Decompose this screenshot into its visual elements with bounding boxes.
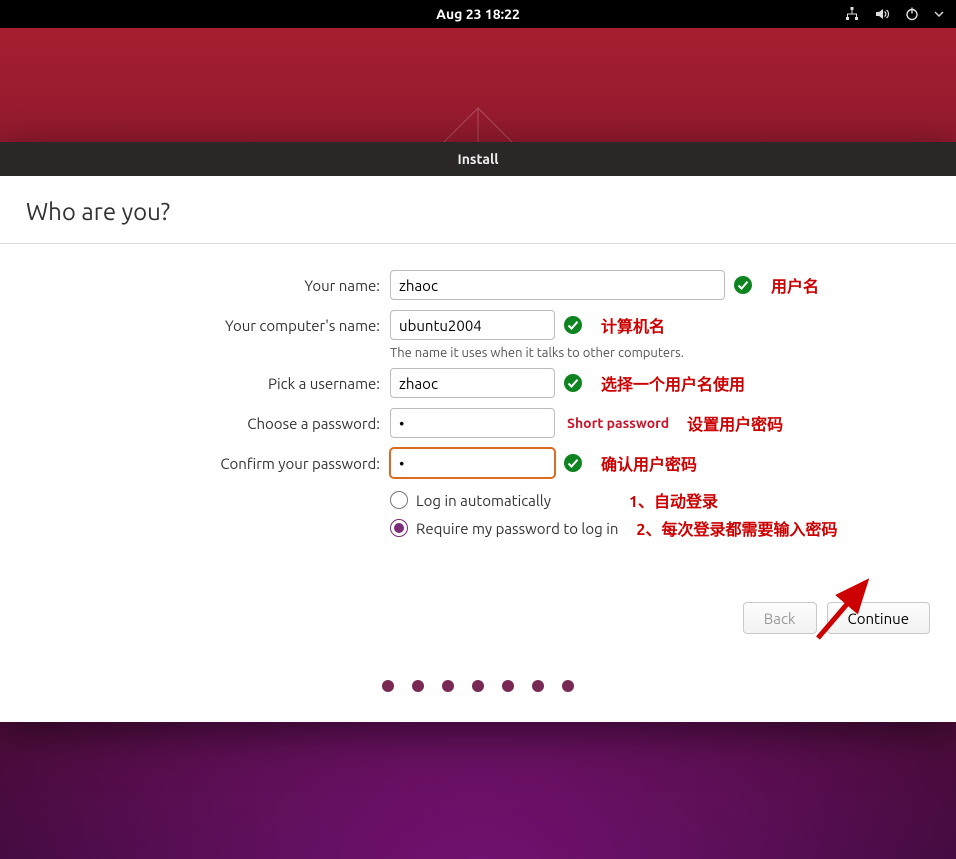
dot xyxy=(412,680,424,692)
clock[interactable]: Aug 23 18:22 xyxy=(436,6,520,22)
annotation-name: 用户名 xyxy=(771,273,819,297)
installer-window: Install Who are you? Your name: 用户名 Your… xyxy=(0,142,956,722)
dot xyxy=(442,680,454,692)
checkmark-icon xyxy=(563,315,583,335)
annotation-confirm: 确认用户密码 xyxy=(601,451,697,475)
dot xyxy=(472,680,484,692)
name-label: Your name: xyxy=(0,277,390,294)
chevron-down-icon[interactable] xyxy=(934,9,944,19)
confirm-input[interactable] xyxy=(390,448,555,478)
computer-label: Your computer's name: xyxy=(0,317,390,334)
dot xyxy=(382,680,394,692)
system-top-bar: Aug 23 18:22 xyxy=(0,0,956,28)
form-area: Your name: 用户名 Your computer's name: 计算机… xyxy=(0,244,956,556)
radio-icon xyxy=(390,519,408,537)
row-computer-name: Your computer's name: 计算机名 xyxy=(0,308,956,342)
dot xyxy=(502,680,514,692)
radio-auto-login[interactable]: Log in automatically 1、自动登录 xyxy=(390,486,956,514)
status-icons xyxy=(844,6,944,22)
password-input[interactable] xyxy=(390,408,555,438)
username-label: Pick a username: xyxy=(0,375,390,392)
window-title[interactable]: Install xyxy=(0,142,956,176)
dot xyxy=(562,680,574,692)
annotation-computer: 计算机名 xyxy=(601,313,665,337)
radio-require-label: Require my password to log in xyxy=(416,520,618,537)
name-input[interactable] xyxy=(390,270,725,300)
radio-require-password[interactable]: Require my password to log in 2、每次登录都需要输… xyxy=(390,514,956,542)
back-button[interactable]: Back xyxy=(743,602,817,634)
computer-hint: The name it uses when it talks to other … xyxy=(390,346,956,360)
password-warning: Short password xyxy=(567,415,669,431)
continue-button[interactable]: Continue xyxy=(827,602,930,634)
checkmark-icon xyxy=(563,373,583,393)
checkmark-icon xyxy=(733,275,753,295)
annotation-auto: 1、自动登录 xyxy=(629,488,718,512)
annotation-password: 设置用户密码 xyxy=(687,411,783,435)
annotation-require: 2、每次登录都需要输入密码 xyxy=(636,516,837,540)
radio-auto-label: Log in automatically xyxy=(416,492,551,509)
page-heading: Who are you? xyxy=(0,176,956,243)
button-bar: Back Continue xyxy=(0,556,956,652)
row-your-name: Your name: 用户名 xyxy=(0,268,956,302)
username-input[interactable] xyxy=(390,368,555,398)
computer-input[interactable] xyxy=(390,310,555,340)
desktop-background: Install Who are you? Your name: 用户名 Your… xyxy=(0,28,956,859)
row-password: Choose a password: Short password 设置用户密码 xyxy=(0,406,956,440)
checkmark-icon xyxy=(563,453,583,473)
progress-dots xyxy=(0,652,956,722)
radio-icon xyxy=(390,491,408,509)
volume-icon[interactable] xyxy=(874,6,890,22)
row-confirm-password: Confirm your password: 确认用户密码 xyxy=(0,446,956,480)
power-icon[interactable] xyxy=(904,6,920,22)
confirm-label: Confirm your password: xyxy=(0,455,390,472)
annotation-username: 选择一个用户名使用 xyxy=(601,371,745,395)
network-icon[interactable] xyxy=(844,6,860,22)
dot xyxy=(532,680,544,692)
password-label: Choose a password: xyxy=(0,415,390,432)
row-username: Pick a username: 选择一个用户名使用 xyxy=(0,366,956,400)
